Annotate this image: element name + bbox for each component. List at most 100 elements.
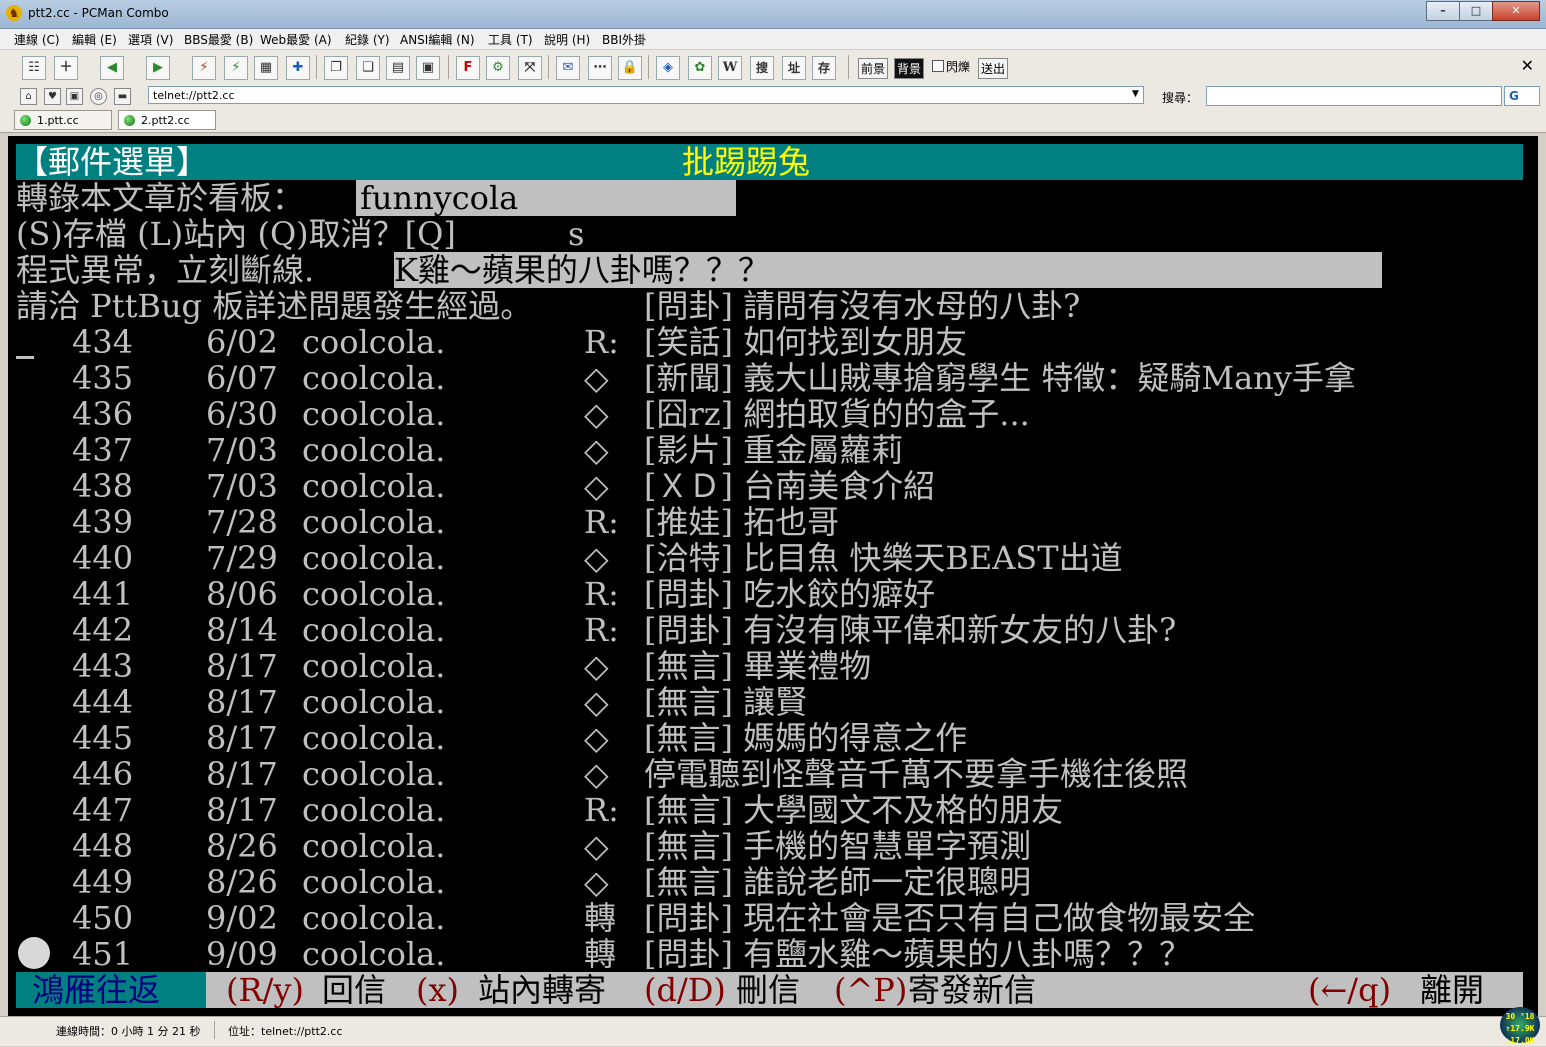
- delete-key[interactable]: (d/D): [644, 972, 726, 1008]
- background-color-button[interactable]: 背景: [894, 58, 925, 79]
- email-icon[interactable]: ✉: [556, 56, 580, 80]
- menu-ansi-edit[interactable]: ANSI編輯 (N): [400, 31, 475, 48]
- mail-row[interactable]: 445 8/17 coolcola. ◇ [無言] 媽媽的得意之作: [8, 720, 1515, 756]
- blink-checkbox[interactable]: [932, 60, 944, 72]
- forward-arrow-icon[interactable]: ▶: [146, 56, 170, 80]
- menu-tools[interactable]: 工具 (T): [488, 31, 533, 48]
- mail-row[interactable]: 438 7/03 coolcola. ◇ [ＸＤ] 台南美食介紹: [8, 468, 1515, 504]
- mail-mark: ◇: [584, 647, 609, 685]
- mail-row[interactable]: 434 6/02 coolcola. R: [笑話] 如何找到女朋友: [8, 324, 1515, 360]
- wikipedia-icon[interactable]: W: [718, 56, 742, 80]
- forward-key[interactable]: (x): [416, 972, 459, 1008]
- mail-row[interactable]: 440 7/29 coolcola. ◇ [洽特] 比目魚 快樂天BEAST出道: [8, 540, 1515, 576]
- save-option-value[interactable]: s: [568, 216, 584, 252]
- mail-mark: ◇: [584, 395, 609, 433]
- mail-title: [囧rz] 網拍取貨的的盒子...: [644, 395, 1030, 433]
- minimize-button[interactable]: –: [1426, 1, 1460, 21]
- address-book-icon[interactable]: ☷: [22, 56, 46, 80]
- mail-row[interactable]: 436 6/30 coolcola. ◇ [囧rz] 網拍取貨的的盒子...: [8, 396, 1515, 432]
- mail-row[interactable]: 444 8/17 coolcola. ◇ [無言] 讓賢: [8, 684, 1515, 720]
- pcman-app-icon[interactable]: ♞: [6, 5, 22, 21]
- font-icon[interactable]: F: [456, 56, 480, 80]
- menu-web-favorites[interactable]: Web最愛 (A): [260, 31, 332, 48]
- download-article-icon[interactable]: ▣: [416, 56, 440, 80]
- maximize-button[interactable]: □: [1459, 1, 1493, 21]
- new-mail-label[interactable]: 寄發新信: [908, 972, 1036, 1008]
- lock-icon[interactable]: 🔒: [618, 56, 642, 80]
- reply-label[interactable]: 回信: [322, 972, 386, 1008]
- mail-date: 7/29: [206, 539, 278, 577]
- send-button[interactable]: 送出: [978, 58, 1009, 79]
- toolbar-close-icon[interactable]: ✕: [1521, 56, 1534, 75]
- bug-report-message: 請洽 PttBug 板詳述問題發生經過。: [16, 287, 533, 325]
- tab-ptt[interactable]: 1.ptt.cc: [14, 110, 112, 130]
- mail-author: coolcola.: [302, 467, 446, 505]
- mail-row[interactable]: 443 8/17 coolcola. ◇ [無言] 畢業禮物: [8, 648, 1515, 684]
- reconnect-icon[interactable]: ⚡: [224, 56, 248, 80]
- mail-row[interactable]: 442 8/14 coolcola. R: [問卦] 有沒有陳平偉和新女友的八卦?: [8, 612, 1515, 648]
- flower-icon[interactable]: ✿: [688, 56, 712, 80]
- search-logo-icon[interactable]: ◈: [656, 56, 680, 80]
- anti-idle-icon[interactable]: ⋯: [588, 56, 612, 80]
- mail-row[interactable]: 447 8/17 coolcola. R: [無言] 大學國文不及格的朋友: [8, 792, 1515, 828]
- mail-row[interactable]: 439 7/28 coolcola. R: [推娃] 拓也哥: [8, 504, 1515, 540]
- new-connection-icon[interactable]: ＋: [54, 56, 78, 80]
- mail-date: 9/02: [206, 899, 278, 937]
- search-engine-selector[interactable]: G: [1504, 86, 1540, 106]
- address-input[interactable]: telnet://ptt2.cc: [148, 86, 1144, 104]
- delete-label[interactable]: 刪信: [736, 972, 800, 1008]
- mail-row[interactable]: 450 9/02 coolcola. 轉 [問卦] 現在社會是否只有自己做食物最安全: [8, 900, 1515, 936]
- menu-bbi-plugin[interactable]: BBI外掛: [602, 31, 646, 48]
- save-button[interactable]: 存: [812, 56, 836, 80]
- add-favorite-icon[interactable]: ✚: [286, 56, 310, 80]
- mail-row[interactable]: 441 8/06 coolcola. R: [問卦] 吃水餃的癖好: [8, 576, 1515, 612]
- site-name: 批踢踢兔: [682, 143, 811, 181]
- address-lookup-button[interactable]: 址: [782, 56, 806, 80]
- mail-date: 6/07: [206, 359, 278, 397]
- menu-help[interactable]: 說明 (H): [544, 31, 590, 48]
- mail-row[interactable]: 448 8/26 coolcola. ◇ [無言] 手機的智慧單字預測: [8, 828, 1515, 864]
- terminal-icon[interactable]: ▬: [114, 88, 131, 105]
- mail-mark: 轉: [584, 899, 617, 937]
- new-mail-key[interactable]: (^P): [834, 972, 907, 1008]
- back-arrow-icon[interactable]: ◀: [100, 56, 124, 80]
- terminal-screen[interactable]: 【郵件選單】 批踢踢兔 轉錄本文章於看板： funnycola (S)存檔 (L…: [8, 136, 1538, 1016]
- menu-options[interactable]: 選項 (V): [128, 31, 173, 48]
- search-label: 搜尋：: [1162, 91, 1199, 105]
- disconnect-icon[interactable]: ⚡: [192, 56, 216, 80]
- copy-with-color-icon[interactable]: ▤: [386, 56, 410, 80]
- menu-connect[interactable]: 連線 (C): [14, 31, 60, 48]
- mail-row[interactable]: 437 7/03 coolcola. ◇ [影片] 重金屬蘿莉: [8, 432, 1515, 468]
- mail-row[interactable]: 435 6/07 coolcola. ◇ [新聞] 義大山賊專搶窮學生 特徵：疑騎Man…: [8, 360, 1515, 396]
- search-input[interactable]: [1206, 86, 1502, 106]
- menu-bbs-favorites[interactable]: BBS最愛 (B): [184, 31, 253, 48]
- exit-label[interactable]: 離開: [1420, 972, 1484, 1008]
- foreground-color-button[interactable]: 前景: [858, 58, 889, 79]
- menu-edit[interactable]: 編輯 (E): [72, 31, 117, 48]
- resize-icon[interactable]: ⤧: [518, 56, 542, 80]
- copy-icon[interactable]: ❐: [324, 56, 348, 80]
- mail-row[interactable]: 451 9/09 coolcola. 轉 [問卦] 有鹽水雞～蘋果的八卦嗎？？？: [8, 936, 1515, 972]
- favorites-icon[interactable]: ♥: [44, 88, 61, 105]
- chevron-down-icon[interactable]: ▼: [1132, 89, 1139, 99]
- tab-ptt2[interactable]: 2.ptt2.cc: [118, 110, 216, 130]
- home-icon[interactable]: ⌂: [20, 88, 37, 105]
- mail-author: coolcola.: [302, 791, 446, 829]
- tab-label: 1.ptt.cc: [37, 114, 79, 127]
- mail-number: 440: [72, 539, 134, 577]
- reply-key[interactable]: (R/y): [226, 972, 304, 1008]
- globe-icon[interactable]: ◎: [90, 88, 107, 105]
- bbs-icon[interactable]: ▣: [66, 88, 83, 105]
- paste-icon[interactable]: ❏: [356, 56, 380, 80]
- settings-gear-icon[interactable]: ⚙: [486, 56, 510, 80]
- close-connection-icon[interactable]: ▦: [254, 56, 278, 80]
- main-toolbar: ☷ ＋ ◀ ▶ ⚡ ⚡ ▦ ✚ ❐ ❏ ▤ ▣ F ⚙ ⤧ ✉ ⋯ 🔒 ◈ ✿ …: [0, 50, 1546, 85]
- mail-row[interactable]: 449 8/26 coolcola. ◇ [無言] 誰說老師一定很聰明: [8, 864, 1515, 900]
- close-button[interactable]: ✕: [1492, 1, 1540, 21]
- mail-number: 438: [72, 467, 134, 505]
- menu-history[interactable]: 紀錄 (Y): [345, 31, 390, 48]
- forward-label[interactable]: 站內轉寄: [478, 972, 606, 1008]
- mail-row[interactable]: 446 8/17 coolcola. ◇ 停電聽到怪聲音千萬不要拿手機往後照: [8, 756, 1515, 792]
- exit-key[interactable]: (←/q): [1308, 972, 1391, 1008]
- search-button[interactable]: 搜: [750, 56, 774, 80]
